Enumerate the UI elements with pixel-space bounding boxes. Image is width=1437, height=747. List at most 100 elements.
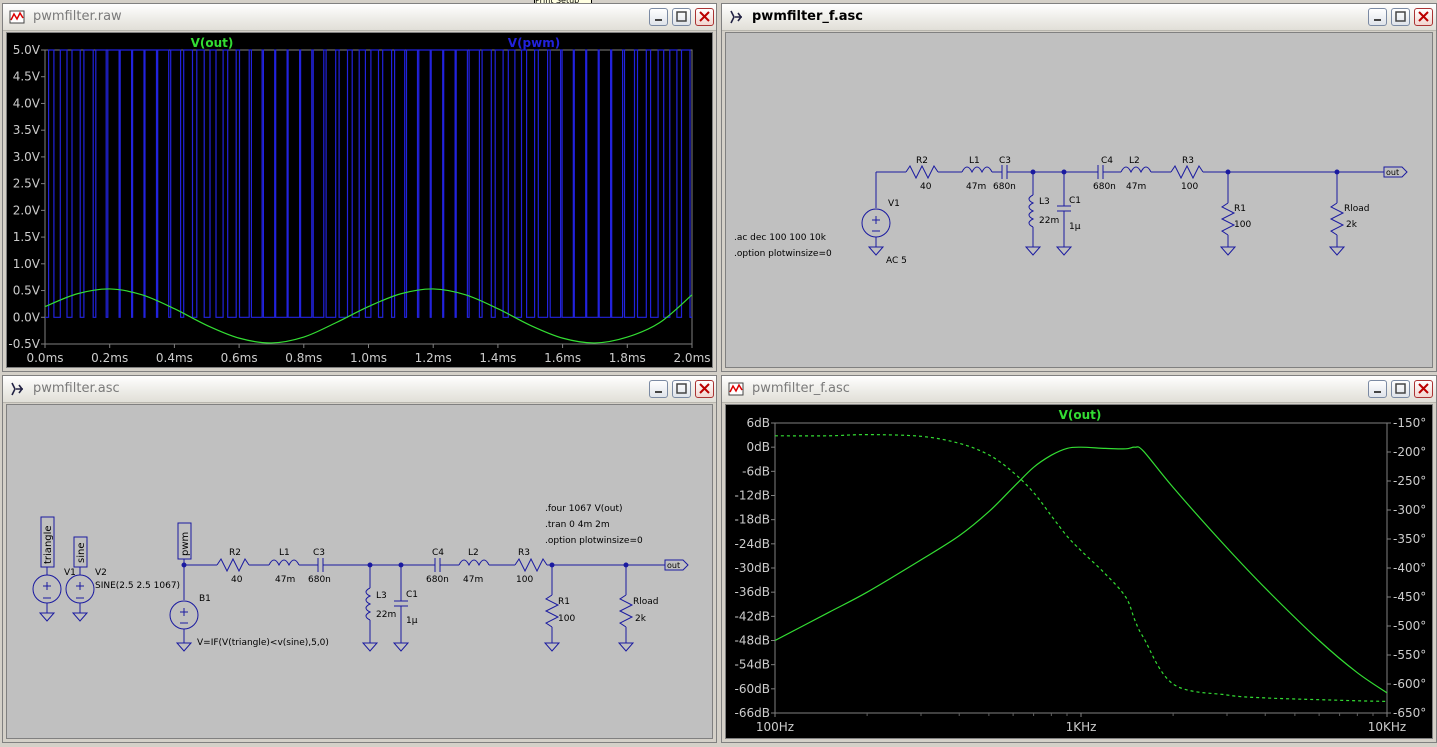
y-left-tick-label: -12dB (735, 489, 770, 503)
spice-directive-tran[interactable]: .tran 0 4m 2m (545, 520, 610, 530)
c1-capacitor (1057, 205, 1071, 212)
raw-plot-window[interactable]: pwmfilter.raw 5.0V 4.5V 4.0V 3.5V 3.0V 2.5V 2.… (2, 3, 717, 372)
maximize-button[interactable] (672, 8, 691, 26)
ac-schematic-window[interactable]: pwmfilter_f.asc R2 40 L1 47m C3 680n C4 … (721, 3, 1437, 372)
raw-plot-titlebar[interactable]: pwmfilter.raw (3, 4, 716, 31)
label-c3-value: 680n (308, 575, 331, 585)
r2-resistor (216, 557, 250, 573)
minimize-button[interactable] (1368, 380, 1387, 398)
label-r1: R1 (558, 597, 570, 607)
ac-plot-area[interactable]: 6dB 0dB -6dB -12dB -18dB -24dB -30dB -36dB -42dB… (725, 404, 1433, 739)
ac-plot-titlebar[interactable]: pwmfilter_f.asc (722, 376, 1436, 403)
legend-vout[interactable]: V(out) (191, 36, 234, 50)
label-l2: L2 (1129, 156, 1140, 166)
close-button[interactable] (695, 380, 714, 398)
label-r2: R2 (229, 548, 241, 558)
y-tick-label: -0.5V (8, 337, 40, 351)
y-right-tick-label: -500° (1393, 619, 1426, 633)
spice-directive-ac[interactable]: .ac dec 100 100 10k (734, 233, 827, 243)
window-title: pwmfilter_f.asc (752, 9, 863, 24)
y-right-tick-label: -350° (1393, 532, 1426, 546)
l2-inductor (1120, 166, 1152, 174)
label-out: out (1386, 168, 1399, 177)
label-r1-value: 100 (558, 614, 575, 624)
label-rload: Rload (1344, 204, 1370, 214)
tran-schematic-window[interactable]: pwmfilter.asc triangle sine pwm V1 V2 SI… (2, 375, 717, 743)
y-right-tick-label: -650° (1393, 706, 1426, 720)
maximize-button[interactable] (1391, 380, 1410, 398)
label-r3: R3 (518, 548, 530, 558)
label-c1-value: 1µ (1069, 222, 1081, 232)
ac-schematic-titlebar[interactable]: pwmfilter_f.asc (722, 4, 1436, 31)
label-r3-value: 100 (516, 575, 533, 585)
close-button[interactable] (1414, 380, 1433, 398)
spice-directive-option[interactable]: .option plotwinsize=0 (545, 536, 643, 546)
y-left-tick-label: -54dB (735, 658, 770, 672)
y-left-tick-label: -42dB (735, 609, 770, 623)
ac-plot-window[interactable]: pwmfilter_f.asc 6dB 0dB -6dB -12dB -18dB -24d… (721, 375, 1437, 743)
x-tick-label: 1.6ms (544, 351, 581, 365)
label-v1-value: AC 5 (886, 256, 907, 266)
label-v2-value: SINE(2.5 2.5 1067) (95, 581, 180, 591)
label-l2-value: 47m (463, 575, 483, 585)
y-tick-label: 3.0V (13, 150, 41, 164)
y-right-tick-label: -450° (1393, 590, 1426, 604)
ac-schematic-canvas[interactable]: R2 40 L1 47m C3 680n C4 680n L2 47m R3 1… (725, 32, 1433, 368)
maximize-button[interactable] (1391, 8, 1410, 26)
plot-frame (44, 49, 693, 345)
y-tick-label: 3.5V (13, 123, 41, 137)
vpwm-trace (45, 49, 693, 318)
y-right-tick-label: -150° (1393, 416, 1426, 430)
x-tick-label: 0.8ms (285, 351, 322, 365)
legend-vout[interactable]: V(out) (1059, 408, 1102, 422)
y-left-tick-label: -66dB (735, 706, 770, 720)
x-tick-label: 0.0ms (26, 351, 63, 365)
y-right-tick-label: -550° (1393, 648, 1426, 662)
x-tick-label: 0.6ms (221, 351, 258, 365)
x-tick-label: 2.0ms (673, 351, 710, 365)
label-v2: V2 (95, 568, 107, 578)
label-l3: L3 (1039, 197, 1050, 207)
legend-vpwm[interactable]: V(pwm) (508, 36, 560, 50)
x-tick-label: 1.4ms (479, 351, 516, 365)
y-tick-label: 1.0V (13, 257, 41, 271)
y-right-tick-label: -400° (1393, 561, 1426, 575)
tran-schematic-titlebar[interactable]: pwmfilter.asc (3, 376, 716, 403)
plot-frame (774, 422, 1388, 714)
spice-directive-four[interactable]: .four 1067 V(out) (545, 504, 622, 514)
r3-resistor (514, 557, 548, 573)
close-button[interactable] (1414, 8, 1433, 26)
y-tick-label: 0.5V (13, 284, 41, 298)
label-c1-value: 1µ (406, 616, 418, 626)
y-right-tick-label: -300° (1393, 503, 1426, 517)
y-left-tick-label: -6dB (742, 464, 770, 478)
spice-directive-option[interactable]: .option plotwinsize=0 (734, 249, 832, 259)
y-tick-label: 0.0V (13, 310, 41, 324)
bode-chart: 6dB 0dB -6dB -12dB -18dB -24dB -30dB -36dB -42dB… (735, 408, 1427, 734)
label-l1-value: 47m (966, 182, 986, 192)
label-r2-value: 40 (231, 575, 243, 585)
label-l3: L3 (376, 591, 387, 601)
x-tick-label: 1.8ms (609, 351, 646, 365)
net-label-pwm: pwm (180, 532, 191, 556)
label-r1: R1 (1234, 204, 1246, 214)
net-label-triangle: triangle (43, 525, 54, 564)
close-button[interactable] (695, 8, 714, 26)
transient-chart: 5.0V 4.5V 4.0V 3.5V 3.0V 2.5V 2.0V 1.5V 1.0V 0.5V… (8, 36, 710, 365)
pwm-filter-schematic: triangle sine pwm V1 V2 SINE(2.5 2.5 106… (32, 504, 689, 652)
label-l2: L2 (468, 548, 479, 558)
tran-schematic-canvas[interactable]: triangle sine pwm V1 V2 SINE(2.5 2.5 106… (6, 404, 713, 739)
label-l3-value: 22m (1039, 216, 1059, 226)
raw-plot-area[interactable]: 5.0V 4.5V 4.0V 3.5V 3.0V 2.5V 2.0V 1.5V 1.0V 0.5V… (6, 32, 713, 368)
label-l2-value: 47m (1126, 182, 1146, 192)
label-c3-value: 680n (993, 182, 1016, 192)
minimize-button[interactable] (649, 8, 668, 26)
y-tick-label: 4.0V (13, 96, 41, 110)
r1-resistor (544, 594, 560, 628)
minimize-button[interactable] (1368, 8, 1387, 26)
window-title: pwmfilter.asc (33, 381, 120, 396)
minimize-button[interactable] (649, 380, 668, 398)
label-v1: V1 (888, 199, 900, 209)
maximize-button[interactable] (672, 380, 691, 398)
c3-capacitor (1001, 165, 1008, 179)
